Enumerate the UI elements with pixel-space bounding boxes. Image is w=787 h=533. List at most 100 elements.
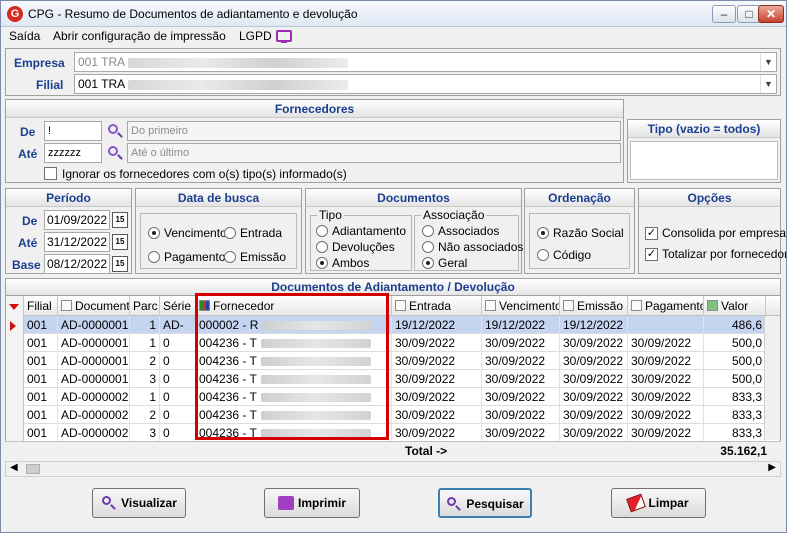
cell-filial: 001	[24, 316, 58, 334]
close-button[interactable]: ✕	[758, 5, 784, 23]
table-row[interactable]: 001 AD-0000001 3 0 004236 - T 30/09/2022 30/09…	[24, 370, 780, 388]
sort-arrow-icon[interactable]	[9, 304, 19, 310]
cell-fornecedor: 004236 - T	[196, 370, 392, 388]
vertical-scrollbar[interactable]	[764, 316, 780, 440]
table-row[interactable]: 001 AD-0000001 1 AD- 000002 - R 19/12/2022 19/…	[24, 316, 780, 334]
column-header-label: Entrada	[409, 299, 452, 313]
column-header-filial[interactable]: Filial	[24, 296, 58, 316]
total-value: 35.162,1	[720, 444, 767, 458]
pesquisar-button[interactable]: Pesquisar	[438, 488, 532, 518]
periodo-base-input[interactable]: 08/12/2022	[44, 254, 110, 274]
grid-header: Filial DocumentoParc Série Fornecedor Entrad…	[24, 296, 780, 316]
limpar-button[interactable]: Limpar	[611, 488, 706, 518]
cell-text: 30/09/2022	[485, 426, 546, 440]
cell-valor: 500,0	[704, 352, 766, 370]
calendar-icon	[61, 300, 72, 311]
column-header-vencimento[interactable]: Vencimento	[482, 296, 560, 316]
cell-pagamento: 30/09/2022	[628, 334, 704, 352]
horizontal-scrollbar[interactable]: ◀ ▶	[5, 461, 781, 477]
fornecedor-de-input[interactable]: !	[44, 121, 102, 141]
radio-vencimento[interactable]	[148, 227, 160, 239]
minimize-button[interactable]: –	[712, 5, 736, 23]
menu-config-impressao[interactable]: Abrir configuração de impressão	[53, 29, 226, 43]
documents-grid[interactable]: Filial DocumentoParc Série Fornecedor Entrad…	[5, 295, 781, 459]
radio-devolucoes[interactable]	[316, 241, 328, 253]
cell-entrada: 30/09/2022	[392, 352, 482, 370]
radio-codigo[interactable]	[537, 249, 549, 261]
column-header-emissao[interactable]: Emissão	[560, 296, 628, 316]
periodo-de-input[interactable]: 01/09/2022	[44, 210, 110, 230]
cell-pagamento: 30/09/2022	[628, 406, 704, 424]
cell-text: 004236 - T	[199, 426, 257, 440]
magnifier-icon	[101, 496, 117, 510]
cell-text: 30/09/2022	[563, 390, 624, 404]
radio-adiantamento[interactable]	[316, 225, 328, 237]
cell-text: AD-0000002	[61, 426, 129, 440]
cell-valor: 500,0	[704, 370, 766, 388]
visualizar-button[interactable]: Visualizar	[92, 488, 186, 518]
cell-emissao: 30/09/2022	[560, 388, 628, 406]
column-header-label: Parc	[133, 299, 158, 313]
calendar-icon[interactable]: 15	[112, 256, 128, 272]
radio-entrada[interactable]	[224, 227, 236, 239]
scroll-left-icon[interactable]: ◀	[10, 462, 18, 473]
radio-emissao-label: Emissão	[240, 250, 287, 264]
cell-text: 0	[163, 372, 170, 386]
cell-text: 30/09/2022	[563, 372, 624, 386]
tipo-listbox[interactable]	[630, 141, 778, 180]
table-row[interactable]: 001 AD-0000002 3 0 004236 - T 30/09/2022 30/09…	[24, 424, 780, 442]
column-header-serie[interactable]: Série	[160, 296, 196, 316]
periodo-ate-label: Até	[18, 236, 38, 250]
ignorar-tipos-checkbox[interactable]	[44, 167, 57, 180]
fornecedor-ate-input[interactable]: zzzzzz	[44, 143, 102, 163]
table-row[interactable]: 001 AD-0000002 1 0 004236 - T 30/09/2022 30/09…	[24, 388, 780, 406]
column-header-documento[interactable]: Documento	[58, 296, 130, 316]
consolida-empresa-checkbox[interactable]: ✓	[645, 227, 658, 240]
search-icon[interactable]	[107, 145, 123, 161]
radio-emissao[interactable]	[224, 251, 236, 263]
empresa-filial-panel: Empresa 001 TRA ▼ Filial 001 TRA ▼	[5, 48, 781, 96]
limpar-label: Limpar	[648, 496, 689, 510]
empresa-value: 001 TRA	[78, 55, 126, 69]
table-row[interactable]: 001 AD-0000001 1 0 004236 - T 30/09/2022 30/09…	[24, 334, 780, 352]
column-header-pagamento[interactable]: Pagamento	[628, 296, 704, 316]
radio-nao-associados[interactable]	[422, 241, 434, 253]
table-row[interactable]: 001 AD-0000002 2 0 004236 - T 30/09/2022 30/09…	[24, 406, 780, 424]
table-row[interactable]: 001 AD-0000001 2 0 004236 - T 30/09/2022 30/09…	[24, 352, 780, 370]
radio-ambos[interactable]	[316, 257, 328, 269]
radio-adiantamento-label: Adiantamento	[332, 224, 407, 238]
menu-lgpd[interactable]: LGPD	[239, 29, 272, 43]
cell-text: 0	[163, 426, 170, 440]
column-header-fornecedor[interactable]: Fornecedor	[196, 296, 392, 316]
calendar-icon[interactable]: 15	[112, 234, 128, 250]
filial-value: 001 TRA	[78, 77, 126, 91]
totalizar-fornecedor-checkbox[interactable]: ✓	[645, 248, 658, 261]
redacted-text	[128, 79, 349, 90]
money-icon	[707, 300, 718, 311]
scroll-thumb[interactable]	[26, 464, 40, 474]
scroll-right-icon[interactable]: ▶	[768, 462, 776, 473]
redacted-text	[260, 357, 371, 367]
cell-text: 30/09/2022	[631, 408, 692, 422]
empresa-combo[interactable]: 001 TRA ▼	[74, 52, 777, 72]
cell-text: AD-0000001	[61, 372, 129, 386]
calendar-icon[interactable]: 15	[112, 212, 128, 228]
periodo-ate-input[interactable]: 31/12/2022	[44, 232, 110, 252]
monitor-icon[interactable]	[276, 30, 292, 43]
column-header-label: Fornecedor	[213, 299, 275, 313]
cell-text: 004236 - T	[199, 408, 257, 422]
radio-associados[interactable]	[422, 225, 434, 237]
chevron-down-icon[interactable]: ▼	[760, 75, 776, 93]
column-header-parc[interactable]: Parc	[130, 296, 160, 316]
radio-geral[interactable]	[422, 257, 434, 269]
column-header-valor[interactable]: Valor	[704, 296, 766, 316]
radio-razao-social[interactable]	[537, 227, 549, 239]
column-header-entrada[interactable]: Entrada	[392, 296, 482, 316]
imprimir-button[interactable]: Imprimir	[264, 488, 360, 518]
calendar-icon	[563, 300, 574, 311]
chevron-down-icon[interactable]: ▼	[760, 53, 776, 71]
radio-pagamento[interactable]	[148, 251, 160, 263]
menu-saida[interactable]: Saída	[9, 29, 40, 43]
filial-combo[interactable]: 001 TRA ▼	[74, 74, 777, 94]
search-icon[interactable]	[107, 123, 123, 139]
